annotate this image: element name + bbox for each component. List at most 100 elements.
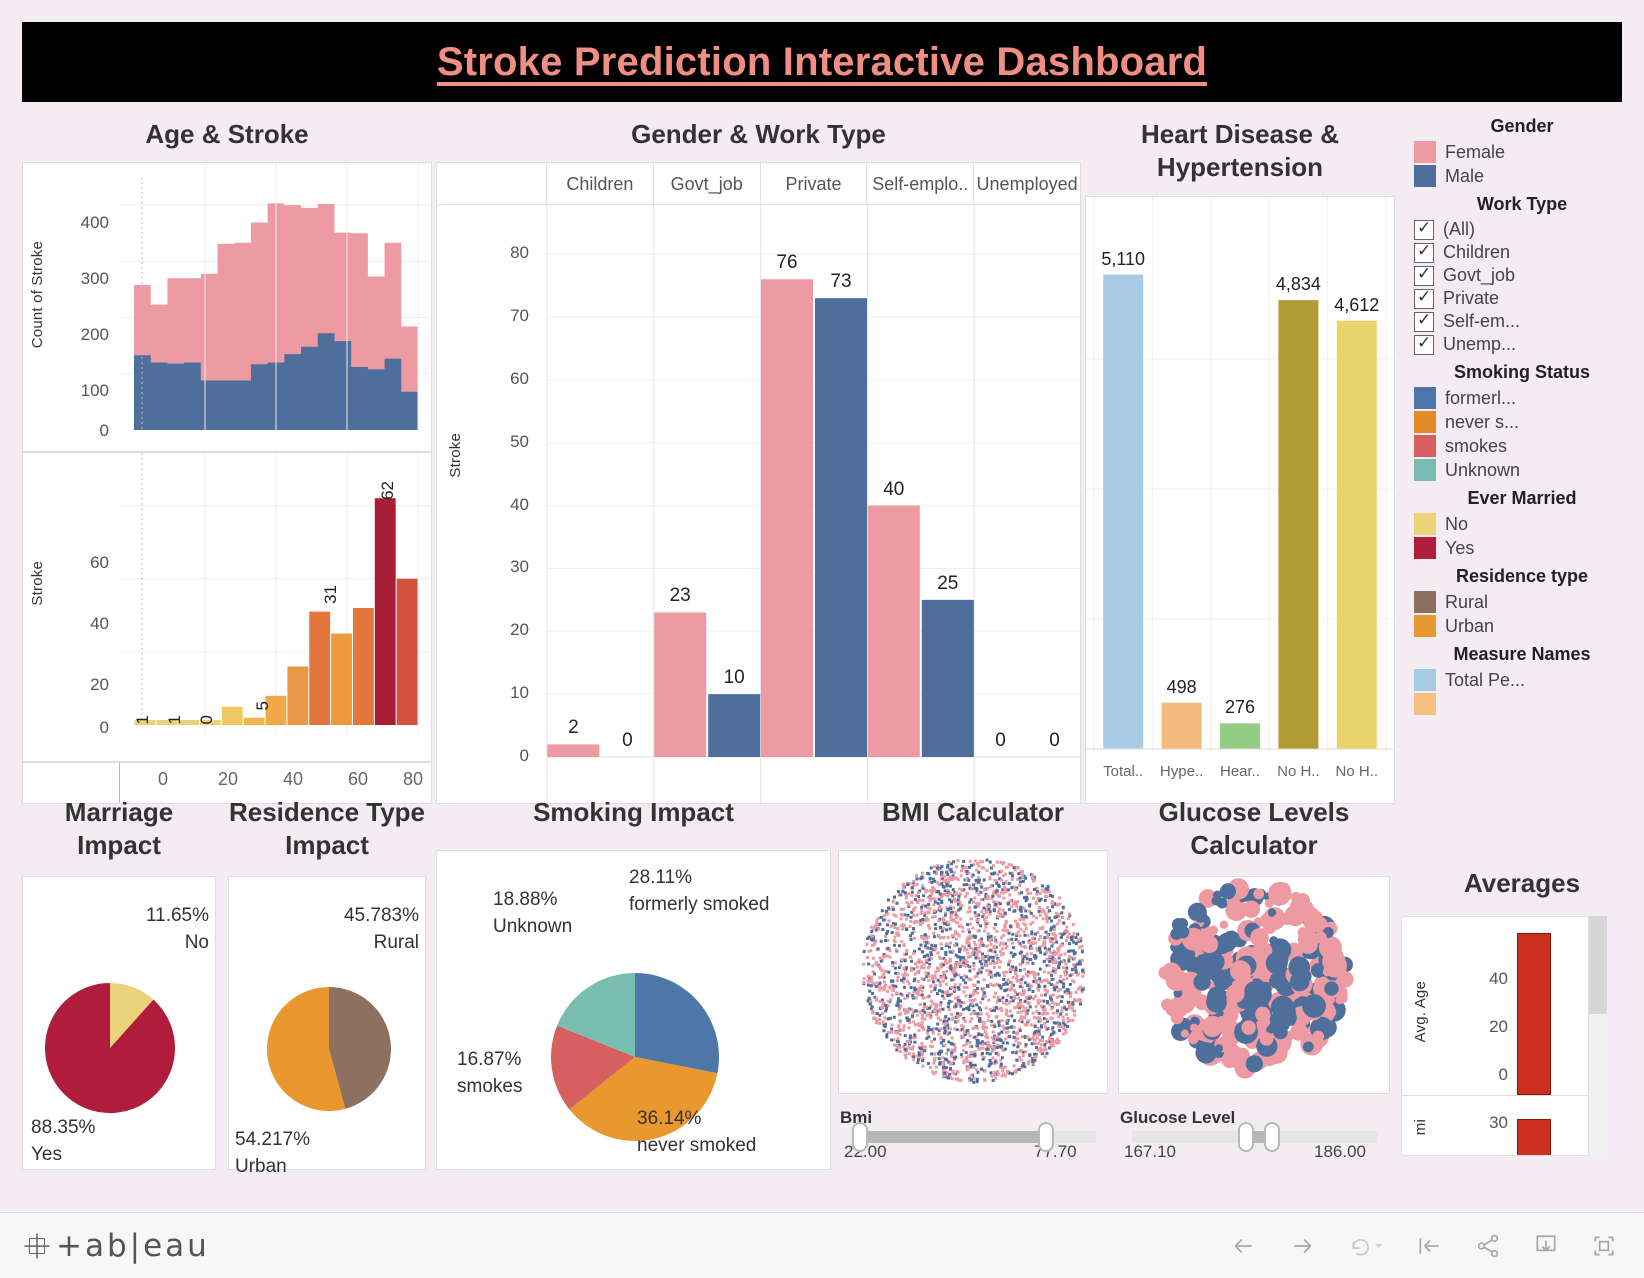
age-bar-y-axis-title: Stroke: [29, 561, 46, 606]
y-tick: 40: [90, 614, 109, 633]
marriage-yes-name: Yes: [31, 1143, 62, 1165]
residence-rural-label: 45.783% Rural: [289, 903, 419, 956]
legend-item[interactable]: Self-em...: [1400, 310, 1644, 333]
checkbox-icon[interactable]: [1414, 241, 1434, 263]
checkbox-icon[interactable]: [1414, 218, 1434, 240]
reset-arrow-icon[interactable]: [1414, 1233, 1444, 1259]
legend-item-label: Male: [1445, 165, 1485, 186]
hd-x-label[interactable]: No H..: [1268, 763, 1328, 780]
legend-group-smoking-status: formerl... never s... smokes Unknown: [1400, 386, 1644, 482]
glucose-slider-knob-min[interactable]: [1238, 1122, 1254, 1152]
hd-bar-value: 276: [1224, 697, 1256, 718]
x-tick: 20: [217, 769, 239, 789]
checkbox-icon[interactable]: [1414, 333, 1434, 355]
legend-swatch: [1414, 459, 1436, 481]
bmi-slider-knob-min[interactable]: [852, 1122, 868, 1152]
bmi-slider-knob-max[interactable]: [1038, 1122, 1054, 1152]
legend-item[interactable]: No: [1400, 512, 1644, 536]
legend-item[interactable]: Children: [1400, 241, 1644, 264]
legend-item[interactable]: (All): [1400, 218, 1644, 241]
legend-item-label: Urban: [1445, 615, 1495, 636]
checkbox-icon[interactable]: [1414, 287, 1434, 309]
legend-item[interactable]: Private: [1400, 287, 1644, 310]
gwt-bar-value: 73: [830, 271, 852, 293]
legend-item[interactable]: never s...: [1400, 410, 1644, 434]
legend-item[interactable]: Rural: [1400, 590, 1644, 614]
legend-item[interactable]: Total Pe...: [1400, 668, 1644, 692]
hd-x-label[interactable]: No H..: [1327, 763, 1387, 780]
marriage-no-pct: 11.65%: [145, 905, 209, 926]
checkbox-icon[interactable]: [1414, 264, 1434, 286]
gwt-bar-value: 0: [1049, 730, 1060, 751]
age-stroke-area-chart[interactable]: Count of Stroke 400 300 200 100 0: [22, 162, 432, 452]
residence-rural-name: Rural: [373, 931, 419, 953]
smoking-impact-chart[interactable]: 28.11% formerly smoked 18.88% Unknown 16…: [436, 850, 831, 1170]
checkbox-icon[interactable]: [1414, 310, 1434, 332]
smoking-smokes-name: smokes: [457, 1075, 523, 1097]
legend-swatch: [1414, 615, 1436, 637]
legend-item[interactable]: Unemp...: [1400, 333, 1644, 356]
gwt-header-4[interactable]: Unemployed: [974, 163, 1081, 205]
averages-bar-age: [1517, 933, 1551, 1095]
tableau-logo[interactable]: +ab|eau: [22, 1228, 210, 1264]
averages-chart[interactable]: Avg. Age 40 20 0 mi 30: [1401, 916, 1589, 1156]
hd-x-label[interactable]: Total..: [1093, 763, 1153, 780]
panel-averages: Averages Avg. Age 40 20 0 mi 30: [1400, 868, 1644, 1168]
smoking-formerly-label: 28.11% formerly smoked: [629, 865, 769, 918]
residence-impact-chart[interactable]: 45.783% Rural 54.217% Urban: [228, 876, 426, 1177]
smoking-unknown-pct: 18.88%: [493, 889, 558, 910]
bmi-scatter-chart[interactable]: [838, 850, 1108, 1094]
y-tick: 100: [80, 381, 109, 400]
legend-item[interactable]: Male: [1400, 164, 1644, 188]
hd-x-label[interactable]: Hype..: [1152, 763, 1212, 780]
marriage-impact-chart[interactable]: 11.65% No 88.35% Yes: [22, 876, 216, 1170]
legend-item[interactable]: formerl...: [1400, 386, 1644, 410]
y-tick: 40: [1489, 969, 1508, 988]
legend-item-label: smokes: [1445, 435, 1508, 456]
legend-item[interactable]: Unknown: [1400, 458, 1644, 482]
averages-scrollbar-thumb[interactable]: [1589, 916, 1607, 1014]
averages-scrollbar[interactable]: [1589, 916, 1607, 1156]
hd-x-label[interactable]: Hear..: [1210, 763, 1270, 780]
legend-item[interactable]: Govt_job: [1400, 264, 1644, 287]
glucose-scatter-chart[interactable]: [1118, 876, 1390, 1094]
legend-item[interactable]: Urban: [1400, 614, 1644, 638]
panel-marriage-impact: Marriage Impact 11.65% No 88.35% Yes: [22, 792, 216, 1170]
gwt-header-0[interactable]: Children: [547, 163, 654, 205]
legend-item[interactable]: Female: [1400, 140, 1644, 164]
smoking-impact-title: Smoking Impact: [533, 797, 734, 827]
legend-item[interactable]: smokes: [1400, 434, 1644, 458]
x-tick: 40: [282, 769, 304, 789]
gender-work-type-chart[interactable]: Stroke Children Govt_job Private Self-emplo…: [436, 162, 1082, 804]
share-icon[interactable]: [1474, 1233, 1502, 1259]
gwt-header-1[interactable]: Govt_job: [653, 163, 761, 205]
gwt-header-3[interactable]: Self-emplo..: [867, 163, 975, 205]
legend-swatch: [1414, 165, 1436, 187]
back-arrow-icon[interactable]: [1228, 1233, 1258, 1259]
revert-dropdown-icon[interactable]: [1348, 1233, 1384, 1259]
forward-arrow-icon[interactable]: [1288, 1233, 1318, 1259]
heart-disease-chart[interactable]: 5,110 498 276 4,834 4,612 Total.. Hype.. Hear.…: [1085, 196, 1395, 804]
x-tick: 80: [402, 769, 424, 789]
panel-age-stroke: Age & Stroke Count of Stroke 400 300 200…: [22, 110, 432, 804]
legend-group-residence-type: Rural Urban: [1400, 590, 1644, 638]
smoking-never-label: 36.14% never smoked: [637, 1106, 756, 1159]
glucose-min-value: 167.10: [1124, 1142, 1176, 1161]
glucose-scatter-plot: [1158, 878, 1354, 1079]
x-tick: 60: [347, 769, 369, 789]
legend-swatch: [1414, 411, 1436, 433]
bar-value-label: 62: [378, 481, 397, 500]
bmi-slider-fill: [864, 1131, 1048, 1143]
age-stroke-bar-chart[interactable]: Stroke 60 40 20 0 1 1 0 5 31 62: [22, 452, 432, 762]
legend-swatch: [1414, 693, 1436, 715]
legend-item[interactable]: [1400, 692, 1644, 716]
bar-value-label: 5: [253, 701, 272, 711]
gwt-header-2[interactable]: Private: [760, 163, 868, 205]
fullscreen-icon[interactable]: [1590, 1233, 1618, 1259]
glucose-slider-knob-max[interactable]: [1264, 1122, 1280, 1152]
legend-item[interactable]: Yes: [1400, 536, 1644, 560]
bmi-calculator-title: BMI Calculator: [881, 797, 1065, 827]
glucose-max-value: 186.00: [1314, 1142, 1366, 1161]
download-icon[interactable]: [1532, 1233, 1560, 1259]
panel-residence-impact: Residence Type Impact 45.783% Rural 54.2…: [228, 792, 426, 1177]
